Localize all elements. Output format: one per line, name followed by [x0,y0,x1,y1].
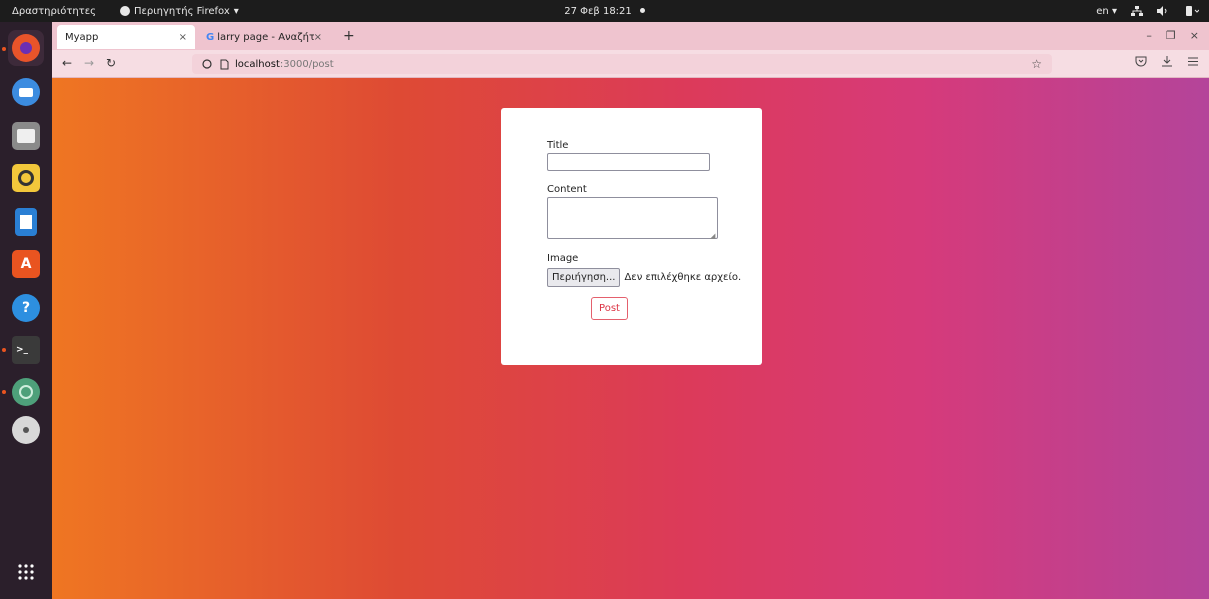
dock-rhythmbox[interactable] [8,160,44,196]
hamburger-menu-icon[interactable] [1187,56,1199,67]
thunderbird-icon [12,78,40,106]
system-tray[interactable]: en ▾ [1096,0,1199,22]
firefox-icon [12,34,40,62]
content-textarea[interactable] [547,197,718,239]
software-center-icon: A [12,250,40,278]
dock-help[interactable]: ? [8,290,44,326]
download-icon[interactable] [1161,56,1173,67]
page-viewport: Title Content ◢ Image Περιήγηση... Δεν ε… [52,78,1209,599]
firefox-icon [119,6,130,16]
minimize-icon[interactable]: – [1146,29,1152,42]
terminal-icon: >_ [12,336,40,364]
url-bar[interactable]: localhost:3000/post ☆ [192,54,1052,74]
browser-nav-bar: ← → ↻ localhost:3000/post ☆ [52,50,1209,78]
tab-google-search[interactable]: G larry page - Αναζήτηση G × [198,25,330,49]
disc-icon [12,416,40,444]
language-indicator[interactable]: en ▾ [1096,6,1117,17]
no-file-selected-text: Δεν επιλέχθηκε αρχείο. [624,272,742,283]
resize-handle-icon[interactable]: ◢ [710,232,715,240]
close-icon[interactable]: × [179,32,187,43]
app-menu[interactable]: Περιηγητής Firefox ▾ [119,5,239,17]
dock-terminal[interactable]: >_ [8,332,44,368]
chevron-down-icon: ▾ [233,5,239,17]
title-label: Title [547,140,569,151]
clock[interactable]: 27 Φεβ 18:21 [564,6,632,17]
post-form-card: Title Content ◢ Image Περιήγηση... Δεν ε… [501,108,762,365]
app-grid-icon [18,564,34,580]
show-applications-button[interactable] [8,554,44,590]
tab-title: larry page - Αναζήτηση G [217,31,314,43]
atom-icon [12,378,40,406]
close-window-icon[interactable]: × [1190,29,1199,42]
network-icon [1131,6,1143,16]
dock-files[interactable] [8,118,44,154]
reload-icon[interactable]: ↻ [106,56,116,70]
running-indicator-icon [2,348,6,352]
language-label: en [1096,5,1109,17]
dock-libreoffice-writer[interactable] [8,204,44,240]
forward-icon[interactable]: → [84,56,94,70]
toolbar-buttons [1135,56,1199,67]
rhythmbox-icon [12,164,40,192]
dock-software[interactable]: A [8,246,44,282]
writer-icon [15,208,37,236]
browser-tab-bar: Myapp × G larry page - Αναζήτηση G × + –… [52,22,1209,50]
battery-icon [1186,6,1199,16]
notification-dot-icon [639,8,645,13]
help-icon: ? [12,294,40,322]
image-label: Image [547,253,579,264]
content-label: Content [547,184,587,195]
shield-icon [202,59,212,69]
volume-icon [1157,6,1167,16]
url-path: :3000/post [279,58,334,70]
google-icon: G [206,31,215,43]
running-indicator-icon [2,390,6,394]
post-submit-button[interactable]: Post [591,297,628,320]
new-tab-button[interactable]: + [343,28,355,44]
activities-button[interactable]: Δραστηριότητες [12,6,96,17]
dock-atom[interactable] [8,374,44,410]
bookmark-star-icon[interactable]: ☆ [1031,57,1042,71]
dock-thunderbird[interactable] [8,74,44,110]
dock-disc[interactable] [8,412,44,448]
window-controls: – ❐ × [1146,29,1199,42]
browse-file-button[interactable]: Περιήγηση... [547,268,621,287]
pocket-icon[interactable] [1135,56,1147,67]
maximize-icon[interactable]: ❐ [1166,29,1176,42]
ubuntu-dock: A ? >_ [0,22,52,599]
title-input[interactable] [547,153,710,171]
app-menu-label: Περιηγητής Firefox [133,5,230,17]
running-indicator-icon [2,47,6,51]
page-icon [220,59,229,69]
back-icon[interactable]: ← [62,56,72,70]
dock-firefox[interactable] [8,30,44,66]
tab-title: Myapp [65,31,99,43]
tab-myapp[interactable]: Myapp × [57,25,195,49]
close-icon[interactable]: × [314,32,322,43]
gnome-top-bar: Δραστηριότητες Περιηγητής Firefox ▾ 27 Φ… [0,0,1209,22]
url-host: localhost [235,58,280,70]
image-file-input: Περιήγηση... Δεν επιλέχθηκε αρχείο. [547,268,741,287]
files-icon [12,122,40,150]
chevron-down-icon: ▾ [1111,5,1117,17]
